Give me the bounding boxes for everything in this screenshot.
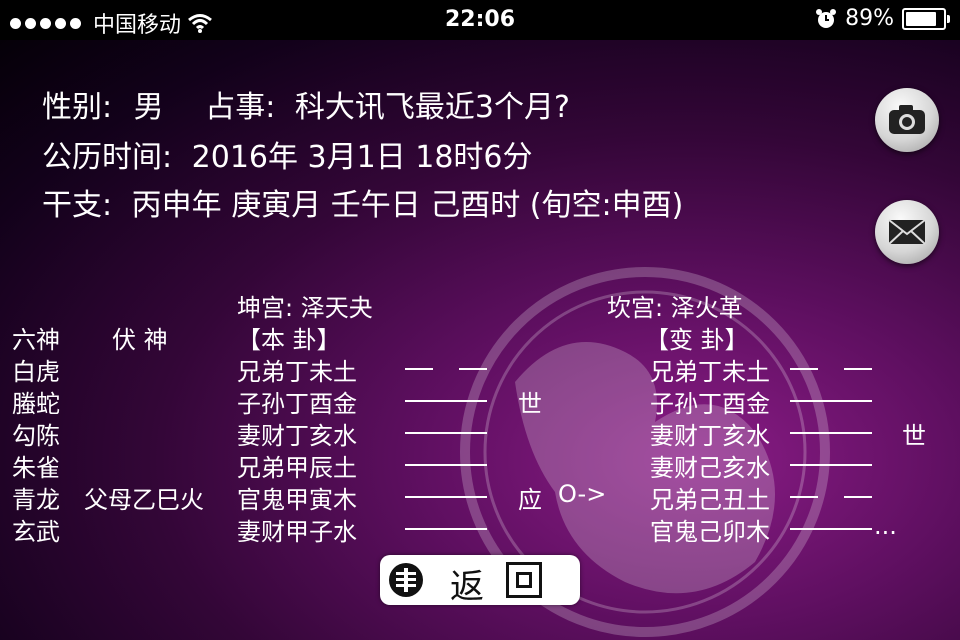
changed-yao-line [790,400,872,402]
row-original-line-name: 兄弟丁未土 [237,358,357,386]
original-shi-ying-mark: 世 [518,390,542,418]
back-label-1: 返 [450,567,484,605]
header-changed: 【变 卦】 [645,326,749,354]
gender-row: 性别: 男 占事: 科大讯飞最近3个月? [42,82,570,126]
seal-emblem-icon [389,563,423,597]
changed-palace-title: 坎宫: 泽火革 [607,294,743,322]
battery-percent: 89% [845,6,894,31]
row-liushen: 玄武 [12,518,60,546]
row-original-line-name: 兄弟甲辰土 [237,454,357,482]
row-liushen: 白虎 [12,358,60,386]
matter-label: 占事: [205,90,276,125]
original-yao-line [405,464,487,466]
original-yao-line [405,496,487,498]
changed-yao-line [790,528,872,530]
changed-shi-mark: 世 [902,422,926,450]
changed-yao-line [790,368,872,370]
back-label-2-glyph [506,562,542,598]
date-value: 2016年 3月1日 18时6分 [191,140,533,175]
row-changed-line-name: 妻财丁亥水 [650,422,770,450]
row-fushen: 父母乙巳火 [84,486,204,514]
changed-yao-line [790,496,872,498]
ganzhi-row: 干支: 丙申年 庚寅月 壬午日 己酉时 (旬空:申酉) [42,180,683,224]
status-right: 89% [815,6,950,31]
original-yao-line [405,432,487,434]
row-original-line-name: 子孙丁酉金 [237,390,357,418]
changed-shi-mark: ... [874,512,897,540]
row-liushen: 青龙 [12,486,60,514]
row-changed-line-name: 兄弟丁未土 [650,358,770,386]
battery-icon [902,7,950,30]
back-button[interactable]: 返 [380,555,580,605]
original-yao-line [405,368,487,370]
gender-value: 男 [133,90,164,125]
row-liushen: 朱雀 [12,454,60,482]
changed-yao-line [790,464,872,466]
ganzhi-label: 干支: [42,188,113,223]
date-row: 公历时间: 2016年 3月1日 18时6分 [42,132,533,176]
alarm-clock-icon [816,8,837,28]
original-yao-line [405,400,487,402]
row-liushen: 勾陈 [12,422,60,450]
row-changed-line-name: 妻财己亥水 [650,454,770,482]
original-palace-title: 坤宫: 泽天夬 [237,294,373,322]
row-changed-line-name: 子孙丁酉金 [650,390,770,418]
ganzhi-value: 丙申年 庚寅月 壬午日 己酉时 (旬空:申酉) [131,188,684,223]
header-fushen: 伏 神 [112,326,168,354]
camera-button[interactable] [875,88,939,152]
row-original-line-name: 妻财丁亥水 [237,422,357,450]
row-liushen: 螣蛇 [12,390,60,418]
original-yao-line [405,528,487,530]
date-label: 公历时间: [42,140,173,175]
changed-yao-line [790,432,872,434]
status-bar: 中国移动 22:06 89% [0,0,960,40]
row-changed-line-name: 官鬼己卯木 [650,518,770,546]
matter-value: 科大讯飞最近3个月? [294,90,570,125]
original-shi-ying-mark: 应 [518,486,542,514]
row-original-line-name: 妻财甲子水 [237,518,357,546]
main-panel: 性别: 男 占事: 科大讯飞最近3个月? 公历时间: 2016年 3月1日 18… [0,40,960,640]
battery-fill [906,11,936,26]
header-original: 【本 卦】 [237,326,341,354]
header-liushen: 六神 [12,326,60,354]
moving-line-mark: O-> [558,480,607,508]
envelope-icon [888,219,926,245]
mail-button[interactable] [875,200,939,264]
row-changed-line-name: 兄弟己丑土 [650,486,770,514]
row-original-line-name: 官鬼甲寅木 [237,486,357,514]
gender-label: 性别: [42,90,113,125]
camera-icon [889,105,925,134]
